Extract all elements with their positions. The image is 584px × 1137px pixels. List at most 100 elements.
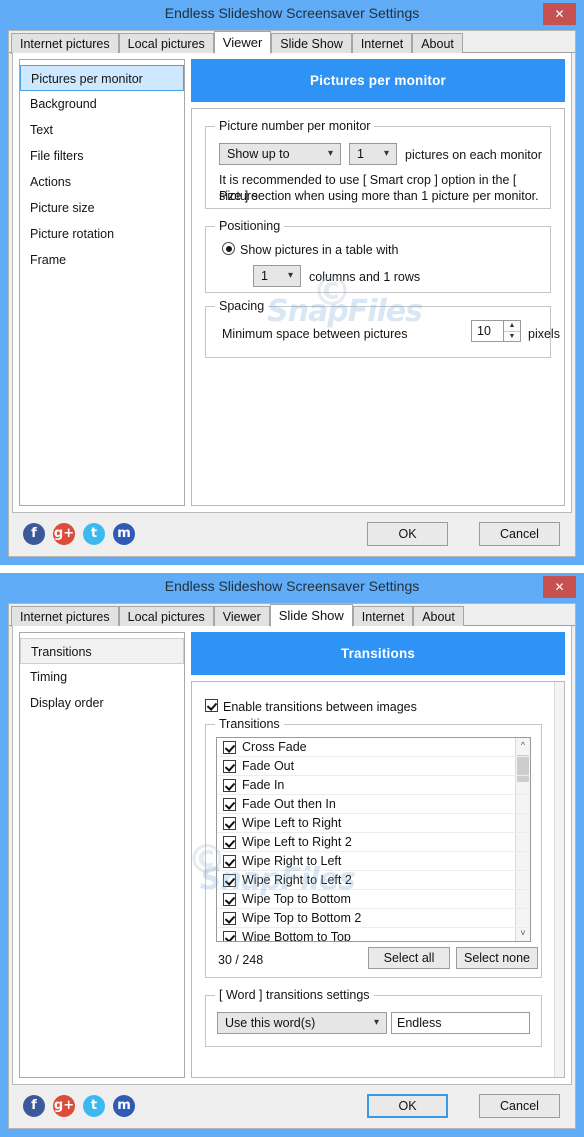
- transitions-count: 30 / 248: [218, 953, 264, 967]
- tab-viewer[interactable]: Viewer: [213, 606, 270, 627]
- close-icon[interactable]: ✕: [543, 3, 576, 25]
- ok-button[interactable]: OK: [367, 522, 448, 546]
- spacing-input[interactable]: 10: [471, 320, 504, 342]
- transition-checkbox[interactable]: [223, 741, 236, 754]
- table-layout-radio[interactable]: [222, 242, 235, 255]
- stepper-up-icon[interactable]: ▲: [504, 321, 520, 332]
- transition-list-item[interactable]: Wipe Left to Right 2: [217, 833, 530, 852]
- myspace-icon[interactable]: m: [113, 1095, 135, 1117]
- transition-checkbox[interactable]: [223, 817, 236, 830]
- transition-list-item[interactable]: Wipe Right to Left: [217, 852, 530, 871]
- transition-label: Cross Fade: [242, 740, 307, 754]
- window-client-1: Internet pictures Local pictures Viewer …: [8, 30, 576, 557]
- sidebar-item-timing[interactable]: Timing: [20, 664, 184, 690]
- word-mode-dropdown[interactable]: Use this word(s) ▾: [217, 1012, 387, 1034]
- sidebar-item-file-filters[interactable]: File filters: [20, 143, 184, 169]
- select-all-button[interactable]: Select all: [368, 947, 450, 969]
- group-picture-number: Picture number per monitor Show up to ▾ …: [205, 119, 551, 209]
- sidebar-item-picture-rotation[interactable]: Picture rotation: [20, 221, 184, 247]
- transition-list-item[interactable]: Fade Out then In: [217, 795, 530, 814]
- ok-button[interactable]: OK: [367, 1094, 448, 1118]
- titlebar-1: Endless Slideshow Screensaver Settings ✕: [0, 0, 584, 30]
- transition-list-item[interactable]: Wipe Right to Left 2: [217, 871, 530, 890]
- transition-checkbox[interactable]: [223, 798, 236, 811]
- sidebar-item-background[interactable]: Background: [20, 91, 184, 117]
- transition-list-item[interactable]: Fade In: [217, 776, 530, 795]
- sidebar-item-transitions[interactable]: Transitions: [20, 638, 184, 664]
- picture-count-dropdown[interactable]: 1 ▾: [349, 143, 397, 165]
- transition-checkbox[interactable]: [223, 779, 236, 792]
- twitter-icon[interactable]: t: [83, 1095, 105, 1117]
- transition-label: Wipe Right to Left: [242, 854, 342, 868]
- facebook-icon[interactable]: f: [23, 523, 45, 545]
- panel-title-pictures-per-monitor: Pictures per monitor: [191, 59, 565, 102]
- tab-internet-pictures[interactable]: Internet pictures: [11, 33, 119, 54]
- transition-checkbox[interactable]: [223, 874, 236, 887]
- panel-1: Pictures per monitor Picture number per …: [191, 59, 565, 506]
- transition-checkbox[interactable]: [223, 855, 236, 868]
- sidebar-item-frame[interactable]: Frame: [20, 247, 184, 273]
- group-transitions: Transitions ^ ˅ Cross Fade Fade Out Fade I…: [205, 717, 542, 978]
- group-title-word-transitions: [ Word ] transitions settings: [215, 988, 374, 1002]
- tab-internet-pictures[interactable]: Internet pictures: [11, 606, 119, 627]
- transition-checkbox[interactable]: [223, 893, 236, 906]
- sidebar-1: Pictures per monitor Background Text Fil…: [19, 59, 185, 506]
- group-positioning: Positioning Show pictures in a table wit…: [205, 219, 551, 293]
- tab-content-slideshow: Transitions Timing Display order Transit…: [12, 626, 572, 1085]
- settings-window-viewer: Endless Slideshow Screensaver Settings ✕…: [0, 0, 584, 565]
- twitter-icon[interactable]: t: [83, 523, 105, 545]
- tab-viewer[interactable]: Viewer: [213, 31, 272, 54]
- transition-list-item[interactable]: Wipe Bottom to Top: [217, 928, 530, 942]
- transition-list-item[interactable]: Fade Out: [217, 757, 530, 776]
- picture-count-suffix: pictures on each monitor: [405, 148, 542, 162]
- sidebar-item-text[interactable]: Text: [20, 117, 184, 143]
- enable-transitions-label: Enable transitions between images: [223, 700, 417, 714]
- table-layout-label: Show pictures in a table with: [240, 243, 399, 257]
- transition-checkbox[interactable]: [223, 760, 236, 773]
- tab-internet[interactable]: Internet: [351, 33, 413, 54]
- tab-local-pictures[interactable]: Local pictures: [118, 606, 214, 627]
- spacing-stepper[interactable]: ▲ ▼: [504, 320, 521, 342]
- facebook-icon[interactable]: f: [23, 1095, 45, 1117]
- word-input[interactable]: Endless: [391, 1012, 530, 1034]
- transition-label: Wipe Bottom to Top: [242, 930, 351, 942]
- transition-list-item[interactable]: Wipe Top to Bottom: [217, 890, 530, 909]
- spacing-unit-label: pixels: [528, 327, 560, 341]
- transition-checkbox[interactable]: [223, 912, 236, 925]
- transition-list-item[interactable]: Wipe Left to Right: [217, 814, 530, 833]
- sidebar-item-picture-size[interactable]: Picture size: [20, 195, 184, 221]
- transitions-listbox[interactable]: ^ ˅ Cross Fade Fade Out Fade In Fade Out th…: [216, 737, 531, 942]
- transition-checkbox[interactable]: [223, 836, 236, 849]
- columns-value: 1: [261, 269, 268, 283]
- tab-local-pictures[interactable]: Local pictures: [118, 33, 214, 54]
- tab-slide-show[interactable]: Slide Show: [271, 33, 352, 54]
- smart-crop-hint-line2: size ] section when using more than 1 pi…: [219, 189, 539, 203]
- googleplus-icon[interactable]: g+: [53, 1095, 75, 1117]
- columns-dropdown[interactable]: 1 ▾: [253, 265, 301, 287]
- tab-about[interactable]: About: [412, 33, 463, 54]
- close-icon[interactable]: ✕: [543, 576, 576, 598]
- tab-internet[interactable]: Internet: [352, 606, 414, 627]
- myspace-icon[interactable]: m: [113, 523, 135, 545]
- transition-checkbox[interactable]: [223, 931, 236, 941]
- sidebar-item-display-order[interactable]: Display order: [20, 690, 184, 716]
- select-none-button[interactable]: Select none: [456, 947, 538, 969]
- tab-about[interactable]: About: [413, 606, 464, 627]
- cancel-button[interactable]: Cancel: [479, 522, 560, 546]
- columns-suffix-label: columns and 1 rows: [309, 270, 421, 284]
- stepper-down-icon[interactable]: ▼: [504, 332, 520, 342]
- sidebar-item-pictures-per-monitor[interactable]: Pictures per monitor: [20, 65, 184, 91]
- cancel-button[interactable]: Cancel: [479, 1094, 560, 1118]
- window-title-2: Endless Slideshow Screensaver Settings: [164, 578, 420, 594]
- transition-label: Fade In: [242, 778, 285, 792]
- googleplus-icon[interactable]: g+: [53, 523, 75, 545]
- show-mode-dropdown[interactable]: Show up to ▾: [219, 143, 341, 165]
- transition-list-item[interactable]: Cross Fade: [217, 738, 530, 757]
- enable-transitions-checkbox[interactable]: [205, 699, 218, 712]
- sidebar-item-actions[interactable]: Actions: [20, 169, 184, 195]
- footer-1: f g+ t m OK Cancel: [12, 515, 572, 553]
- tab-slide-show[interactable]: Slide Show: [269, 604, 353, 627]
- panel-body-1: Picture number per monitor Show up to ▾ …: [191, 108, 565, 506]
- panel-scrollbar[interactable]: [554, 682, 564, 1077]
- transition-list-item[interactable]: Wipe Top to Bottom 2: [217, 909, 530, 928]
